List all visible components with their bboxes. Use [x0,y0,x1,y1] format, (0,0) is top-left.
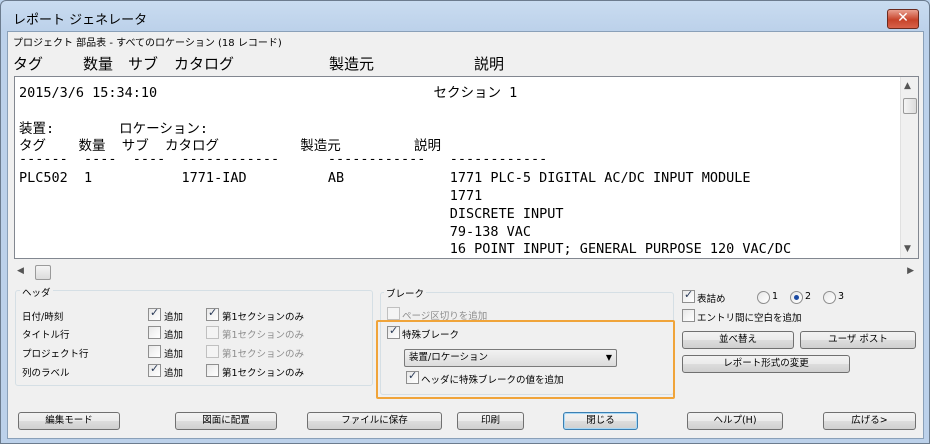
page-break-checkbox[interactable] [387,307,400,320]
report-line: ------ ---- ---- ------------ ----------… [19,151,548,167]
header-group-label: ヘッダ [20,285,53,299]
compact-radio-2[interactable] [790,291,803,304]
checkbox-label: 第1セクションのみ [222,349,305,360]
compact-label: 表詰め [697,294,726,305]
scroll-left-icon[interactable]: ◀ [17,266,24,276]
report-line: DISCRETE INPUT [19,206,564,222]
change-report-format-button[interactable]: レポート形式の変更 [682,355,850,373]
window-title: レポート ジェネレータ [13,13,148,28]
date-time-add-checkbox[interactable] [148,306,161,321]
report-generator-window: レポート ジェネレータ ✕ プロジェクト 部品表 - すべてのロケーション (1… [0,0,930,444]
radio-label: 2 [805,291,812,302]
column-header-sub: サブ [128,55,159,73]
add-break-value-to-header-label: ヘッダに特殊ブレークの値を追加 [421,375,564,386]
header-row-label: 列のラベル [22,368,70,379]
checkbox-label: 追加 [164,330,184,341]
report-line: PLC502 1 1771-IAD AB 1771 PLC-5 DIGITAL … [19,170,751,186]
title-line-first-section-checkbox[interactable] [206,326,219,339]
checkbox-label: 追加 [164,312,184,323]
compact-checkbox[interactable] [682,288,695,303]
horizontal-scroll-thumb[interactable] [35,265,51,280]
expand-button[interactable]: 広げる> [823,412,916,430]
header-row-label: タイトル行 [22,330,70,341]
radio-label: 3 [838,291,845,302]
scroll-down-icon[interactable]: ▼ [904,244,911,254]
close-icon: ✕ [897,10,909,26]
report-line: 79-138 VAC [19,224,532,240]
dialog-body: プロジェクト 部品表 - すべてのロケーション (18 レコード) タグ 数量 … [7,31,924,439]
report-line: 16 POINT INPUT; GENERAL PURPOSE 120 VAC/… [19,241,792,257]
column-header-description: 説明 [474,55,505,73]
column-labels-first-section-checkbox[interactable] [206,364,219,377]
horizontal-scrollbar[interactable]: ◀ ▶ [14,264,917,281]
edit-mode-button[interactable]: 編集モード [18,412,120,430]
header-row-label: プロジェクト行 [22,349,89,360]
sort-button[interactable]: 並べ替え [682,331,794,349]
add-break-value-to-header-checkbox[interactable] [406,369,419,384]
print-button[interactable]: 印刷 [457,412,524,430]
column-labels-add-checkbox[interactable] [148,362,161,377]
vertical-scrollbar[interactable]: ▲ ▼ [900,77,918,258]
date-time-first-section-checkbox[interactable] [206,306,219,321]
user-post-button[interactable]: ユーザ ポスト [800,331,916,349]
title-bar[interactable]: レポート ジェネレータ ✕ [1,1,929,31]
report-preview-textarea[interactable]: 2015/3/6 15:34:10 セクション 1 装置: ロケーション: タグ… [14,76,919,259]
scroll-up-icon[interactable]: ▲ [904,81,911,91]
column-header-catalog: カタログ [174,55,235,73]
radio-label: 1 [772,291,779,302]
report-line: 1771 [19,188,483,204]
project-line-add-checkbox[interactable] [148,345,161,358]
save-to-file-button[interactable]: ファイルに保存 [307,412,442,430]
help-button[interactable]: ヘルプ(H) [687,412,783,430]
compact-radio-3[interactable] [823,291,836,304]
blank-between-entries-label: エントリ間に空白を追加 [697,313,802,324]
place-in-drawing-button[interactable]: 図面に配置 [175,412,277,430]
close-button[interactable]: 閉じる [563,412,638,430]
checkbox-label: 追加 [164,368,184,379]
checkbox-label: 第1セクションのみ [222,330,305,341]
project-line-first-section-checkbox[interactable] [206,345,219,358]
special-break-select[interactable]: 装置/ロケーション ▼ [404,349,617,367]
checkbox-label: 第1セクションのみ [222,312,305,323]
close-window-button[interactable]: ✕ [887,9,919,29]
report-line: 2015/3/6 15:34:10 セクション 1 [19,85,518,101]
special-break-label: 特殊ブレーク [402,330,460,341]
blank-between-entries-checkbox[interactable] [682,309,695,322]
select-value: 装置/ロケーション [409,352,489,363]
break-group-label: ブレーク [384,286,427,300]
vertical-scroll-thumb[interactable] [903,98,917,114]
column-header-qty: 数量 [83,55,114,73]
header-row-label: 日付/時刻 [22,312,64,323]
checkbox-label: 追加 [164,349,184,360]
chevron-down-icon: ▼ [605,353,612,362]
scroll-right-icon[interactable]: ▶ [907,266,914,276]
compact-radio-1[interactable] [757,291,770,304]
column-header-manufacturer: 製造元 [329,55,375,73]
report-subtitle: プロジェクト 部品表 - すべてのロケーション (18 レコード) [13,38,282,49]
special-break-checkbox[interactable] [387,324,400,339]
column-header-tag: タグ [13,55,44,73]
title-line-add-checkbox[interactable] [148,326,161,339]
checkbox-label: 第1セクションのみ [222,368,305,379]
